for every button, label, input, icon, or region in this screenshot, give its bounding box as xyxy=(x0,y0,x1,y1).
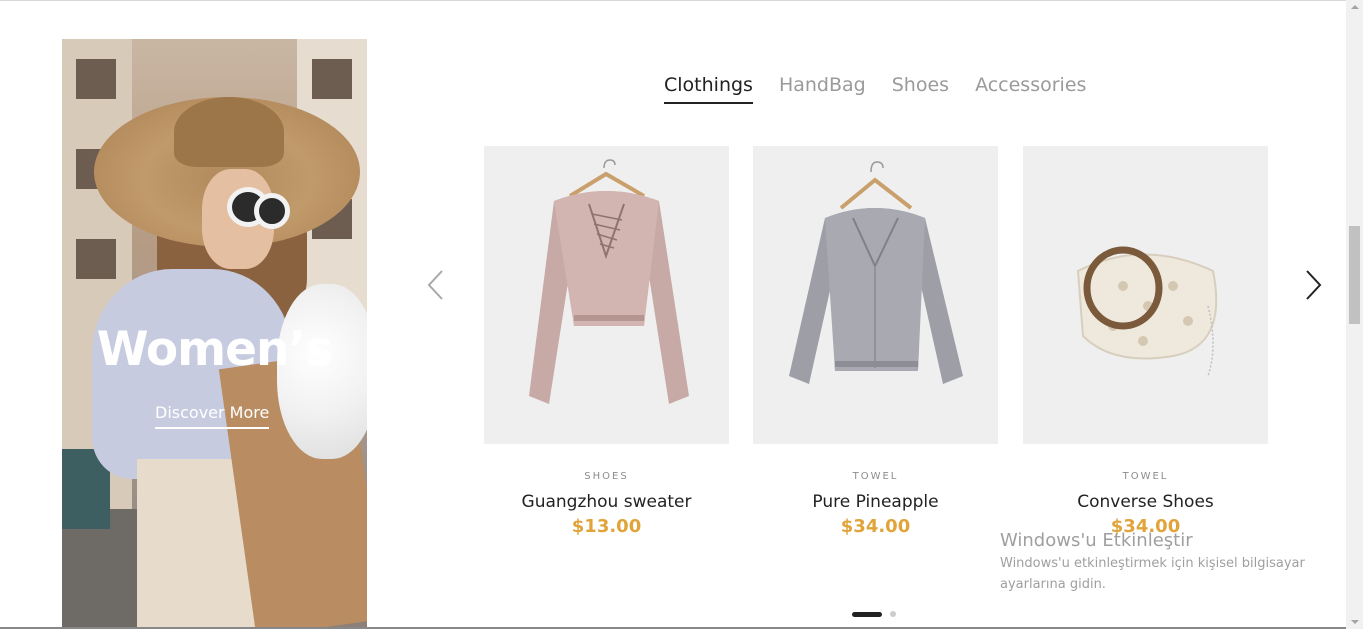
scroll-up-icon[interactable] xyxy=(1346,0,1363,14)
product-image[interactable] xyxy=(1023,146,1268,444)
banner-title: Women’s xyxy=(96,322,334,377)
windows-activation-watermark: Windows'u Etkinleştir Windows'u etkinleş… xyxy=(1000,530,1320,595)
carousel-pagination xyxy=(852,611,896,617)
product-category: TOWEL xyxy=(852,471,899,482)
carousel-dot-active[interactable] xyxy=(852,611,882,617)
chevron-right-icon[interactable] xyxy=(1303,269,1323,301)
category-tabs: Clothings HandBag Shoes Accessories xyxy=(664,74,1086,104)
grey-sweater-icon xyxy=(789,161,963,384)
product-card[interactable]: TOWEL Pure Pineapple $34.00 xyxy=(753,146,998,537)
product-price: $34.00 xyxy=(840,516,911,537)
product-name[interactable]: Pure Pineapple xyxy=(753,492,998,512)
chevron-left-icon[interactable] xyxy=(426,269,446,301)
product-name[interactable]: Converse Shoes xyxy=(1023,492,1268,512)
product-card[interactable]: SHOES Guangzhou sweater $13.00 xyxy=(484,146,729,537)
scroll-down-icon[interactable] xyxy=(1346,615,1363,629)
product-category: TOWEL xyxy=(1122,471,1169,482)
tab-clothings[interactable]: Clothings xyxy=(664,74,753,104)
page-scrollbar[interactable] xyxy=(1346,0,1363,629)
product-price: $13.00 xyxy=(571,516,642,537)
product-category: SHOES xyxy=(584,471,629,482)
product-card[interactable]: TOWEL Converse Shoes $34.00 xyxy=(1023,146,1268,537)
tab-shoes[interactable]: Shoes xyxy=(892,74,949,104)
product-name[interactable]: Guangzhou sweater xyxy=(484,492,729,512)
discover-more-link[interactable]: Discover More xyxy=(155,403,270,429)
watermark-text: Windows'u etkinleştirmek için kişisel bi… xyxy=(1000,556,1305,592)
watermark-title: Windows'u Etkinleştir xyxy=(1000,530,1193,551)
top-divider xyxy=(0,0,1346,1)
womens-banner[interactable]: Women’s Discover More xyxy=(62,39,367,629)
rattan-handbag-icon xyxy=(1076,246,1218,377)
scrollbar-thumb[interactable] xyxy=(1349,226,1360,324)
pink-sweater-icon xyxy=(529,159,689,404)
carousel-dot[interactable] xyxy=(890,611,896,617)
product-image[interactable] xyxy=(484,146,729,444)
tab-accessories[interactable]: Accessories xyxy=(975,74,1086,104)
tab-handbag[interactable]: HandBag xyxy=(779,74,866,104)
product-image[interactable] xyxy=(753,146,998,444)
